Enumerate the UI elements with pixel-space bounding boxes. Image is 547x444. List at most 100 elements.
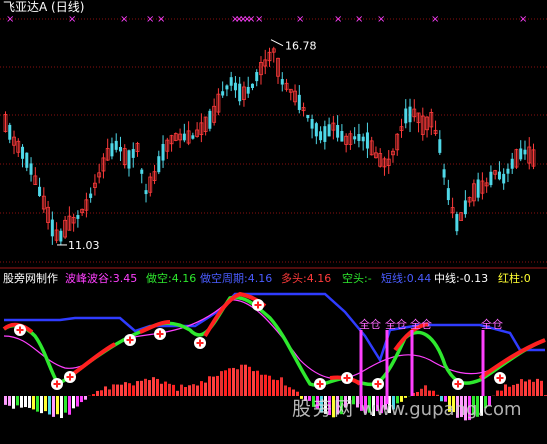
candle-body — [280, 79, 284, 85]
histogram-bar — [24, 396, 27, 408]
candle-body — [221, 91, 225, 96]
candle-body — [476, 179, 480, 198]
low-price-label: 11.03 — [68, 239, 100, 252]
candle-body — [8, 124, 12, 140]
candle-body — [140, 169, 144, 174]
histogram-bar — [80, 396, 83, 403]
histogram-bar — [212, 376, 215, 396]
histogram-bar — [76, 396, 79, 407]
histogram-bar — [152, 377, 155, 396]
histogram-bar — [232, 367, 235, 396]
histogram-bar — [32, 396, 35, 410]
histogram-bar — [532, 381, 535, 396]
candle-body — [497, 171, 501, 180]
histogram-bar — [56, 396, 59, 415]
histogram-bar — [160, 383, 163, 396]
histogram-bar — [244, 364, 247, 396]
x-marker: × — [157, 14, 165, 25]
histogram-bar — [192, 384, 195, 396]
candle-body — [38, 186, 42, 197]
histogram-bar — [224, 370, 227, 396]
histogram-bar — [52, 396, 55, 417]
candle-body — [365, 132, 369, 149]
candle-body — [502, 173, 506, 184]
candle-body — [314, 123, 318, 137]
histogram-bar — [116, 384, 119, 396]
candle-body — [59, 230, 63, 242]
histogram-bar — [144, 378, 147, 396]
full-position-label: 全仓 — [481, 317, 503, 331]
histogram-bar — [240, 364, 243, 396]
histogram-bar — [528, 379, 531, 396]
histogram-bar — [148, 380, 151, 396]
histogram-bar — [524, 381, 527, 396]
red-segment-2 — [68, 342, 116, 378]
candle-body — [446, 188, 450, 201]
candle-body — [225, 85, 229, 90]
candle-body — [110, 143, 114, 157]
candle-body — [361, 136, 365, 142]
x-marker: × — [377, 14, 385, 25]
candle-body — [357, 134, 361, 141]
x-marker: × — [355, 14, 363, 25]
histogram-bar — [272, 379, 275, 396]
candle-body — [127, 150, 131, 169]
histogram-bar — [248, 366, 251, 396]
candlestick-series — [3, 46, 536, 246]
histogram-bar — [64, 396, 67, 413]
histogram-bar — [208, 376, 211, 396]
histogram-bar — [60, 396, 63, 419]
x-marker: × — [431, 14, 439, 25]
candle-body — [233, 82, 237, 91]
candle-body — [523, 149, 527, 155]
histogram-bar — [44, 396, 47, 412]
histogram-bar — [68, 396, 71, 415]
x-marker: × — [519, 14, 527, 25]
histogram-bar — [8, 396, 11, 406]
indicator-wave: 波峰波谷:3.45 — [65, 272, 138, 285]
histogram-bar — [200, 381, 203, 396]
histogram-bar — [120, 384, 123, 396]
indicator-empty: 空头:- — [342, 272, 372, 285]
candle-body — [131, 149, 135, 158]
histogram-bar — [172, 384, 175, 396]
candle-body — [455, 214, 459, 232]
candle-body — [319, 131, 323, 141]
indicator-short-line: 短线:0.44 — [381, 272, 432, 285]
x-marker: × — [120, 14, 128, 25]
indicator-short-cycle: 做空周期:4.16 — [200, 272, 273, 285]
histogram-bar — [252, 371, 255, 396]
histogram-bar — [84, 396, 87, 400]
x-marker: × — [146, 14, 154, 25]
histogram-bar — [112, 384, 115, 396]
candle-body — [306, 115, 310, 119]
histogram-bar — [128, 383, 131, 396]
histogram-bar — [92, 394, 95, 396]
candle-body — [340, 131, 344, 142]
candle-body — [229, 77, 233, 86]
x-marker: × — [296, 14, 304, 25]
histogram-bar — [96, 390, 99, 396]
candle-body — [29, 163, 33, 175]
histogram-bar — [20, 396, 23, 408]
histogram-bar — [156, 378, 159, 396]
watermark-url: www.gupang.com — [361, 399, 522, 420]
indicator-long: 多头:4.16 — [281, 272, 332, 285]
histogram-bar — [180, 384, 183, 396]
histogram-bar — [204, 382, 207, 396]
histogram-bar — [264, 374, 267, 396]
candle-body — [250, 83, 254, 88]
x-marker: × — [6, 14, 14, 25]
chart-title: 飞亚达A (日线) — [3, 0, 85, 14]
indicator-red-bar: 红柱:0 — [498, 272, 531, 285]
x-marker: × — [334, 14, 342, 25]
histogram-bar — [140, 380, 143, 396]
candle-body — [336, 125, 340, 138]
histogram-bar — [196, 385, 199, 396]
candle-body — [353, 136, 357, 140]
histogram-bar — [184, 387, 187, 396]
candle-body — [50, 219, 54, 237]
histogram-bar — [188, 385, 191, 396]
histogram-bar — [108, 389, 111, 396]
candle-body — [89, 193, 93, 198]
